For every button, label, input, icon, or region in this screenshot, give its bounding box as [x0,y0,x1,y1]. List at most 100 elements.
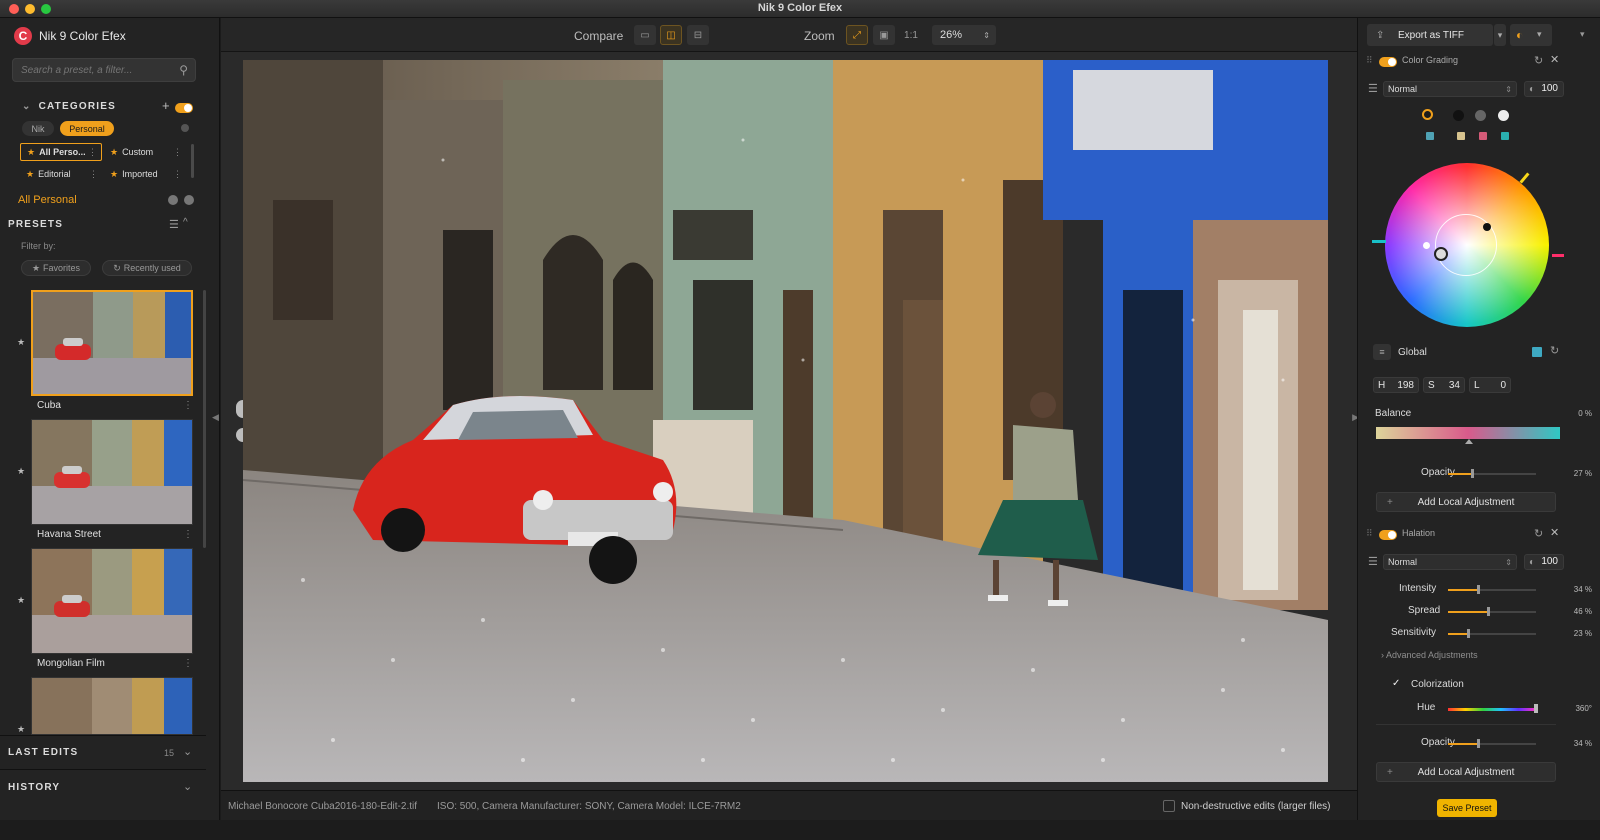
filter-opacity-input[interactable]: ◐ 100 [1524,81,1564,97]
tab-nik[interactable]: Nik [22,121,54,136]
preset-label-mongolian-film[interactable]: Mongolian Film [37,658,105,669]
search-icon[interactable]: ⚲ [179,63,188,77]
category-imported[interactable]: ★ Imported ⋮ [104,165,186,183]
nondestructive-checkbox[interactable] [1163,800,1175,812]
blend-mode-select[interactable]: Normal ⇕ [1383,81,1517,97]
zoom-select[interactable]: 26% ⇕ [932,25,996,45]
tone-shadows-button[interactable] [1453,110,1464,121]
blend-mode-select[interactable]: Normal ⇕ [1383,554,1517,570]
categories-toggle[interactable] [175,103,193,116]
panel-menu-icon[interactable]: ▾ [1580,29,1585,40]
preset-label-havana-street[interactable]: Havana Street [37,529,101,540]
global-color-swatch[interactable] [1532,347,1542,357]
drag-handle-icon[interactable]: ⠿ [1366,528,1373,539]
more-icon[interactable]: ⋮ [183,658,193,669]
hue-handle-icon[interactable] [1534,704,1538,713]
advanced-adjustments-toggle[interactable]: › Advanced Adjustments [1381,650,1478,660]
remove-icon[interactable] [168,195,178,205]
more-icon[interactable]: ⋮ [88,147,97,158]
cg-opacity-slider[interactable] [1448,469,1536,478]
add-icon[interactable] [184,195,194,205]
hue-input[interactable]: H 198 [1373,377,1419,393]
chevron-down-icon[interactable]: ⌄ [183,780,192,793]
sync-button[interactable]: ◐ ▾ [1510,24,1552,46]
sensitivity-slider[interactable] [1448,629,1536,638]
zoom-fit-button[interactable]: ⤢ [846,25,868,45]
close-icon[interactable]: ✕ [1550,526,1559,539]
filter-header-halation[interactable]: ⠿ Halation ↻ ✕ [1358,523,1572,545]
wheel-point[interactable] [1423,242,1430,249]
spread-slider[interactable] [1448,607,1536,616]
wheel-point[interactable] [1483,223,1491,231]
history-section[interactable]: HISTORY ⌄ [0,769,206,803]
more-icon[interactable]: ⋮ [173,147,182,158]
saturation-input[interactable]: S 34 [1423,377,1465,393]
preset-thumbnail-mongolian-film[interactable] [31,548,193,654]
reset-icon[interactable]: ↻ [1534,527,1543,540]
compare-side-button[interactable]: ⊟ [687,25,709,45]
balance-slider[interactable] [1376,427,1560,439]
more-icon[interactable]: ⋮ [173,169,182,180]
save-preset-button[interactable]: Save Preset [1437,799,1497,817]
luminance-input[interactable]: L0 [1469,377,1511,393]
tone-midtones-button[interactable] [1475,110,1486,121]
category-editorial[interactable]: ★ Editorial ⋮ [20,165,102,183]
category-custom[interactable]: ★ Custom ⋮ [104,143,186,161]
favorite-star-icon[interactable]: ★ [17,337,25,348]
more-icon[interactable]: ⋮ [183,529,193,540]
categories-scrollbar[interactable] [191,144,194,178]
color-wheel[interactable] [1385,163,1549,327]
wheel-handle-icon[interactable] [1434,247,1448,261]
reset-icon[interactable]: ↻ [1550,344,1559,357]
categories-header[interactable]: ⌄ CATEGORIES [22,101,116,112]
tone-all-icon[interactable] [1422,109,1433,120]
add-local-adjustment-button[interactable]: + Add Local Adjustment [1376,762,1556,782]
settings-dot-icon[interactable] [181,124,189,132]
more-icon[interactable]: ⋮ [89,169,98,180]
more-icon[interactable]: ⋮ [183,400,193,411]
filter-recent-button[interactable]: ↻ Recently used [102,260,192,276]
preset-label-cuba[interactable]: Cuba [37,400,61,411]
preset-thumbnail-partial[interactable] [31,677,193,735]
filter-opacity-input[interactable]: ◐ 100 [1524,554,1564,570]
search-input[interactable] [21,64,171,76]
export-button[interactable]: ⇪ Export as TIFF [1367,24,1493,46]
preset-thumbnail-cuba[interactable] [31,290,193,396]
compare-off-button[interactable]: ▭ [634,25,656,45]
menu-icon[interactable]: ☰ [1368,82,1378,95]
add-category-icon[interactable]: + [162,98,170,113]
export-options-button[interactable]: ▾ [1494,24,1506,46]
chevron-down-icon[interactable]: ⌄ [22,101,32,112]
last-edits-section[interactable]: LAST EDITS 15 ⌄ [0,735,206,769]
color-grading-toggle[interactable] [1379,57,1397,70]
balance-handle-icon[interactable] [1465,439,1473,444]
presets-scrollbar[interactable] [203,290,206,548]
compare-split-button[interactable]: ◫ [660,25,682,45]
filter-favorites-button[interactable]: ★ Favorites [21,260,91,276]
tab-personal[interactable]: Personal [60,121,114,136]
colorization-checkbox[interactable]: ✓ [1392,678,1400,689]
hue-slider[interactable] [1448,708,1536,711]
tone-highlights-button[interactable] [1498,110,1509,121]
preset-thumbnail-havana-street[interactable] [31,419,193,525]
collapse-left-icon[interactable]: ◀ [212,412,219,423]
hal-opacity-slider[interactable] [1448,739,1536,748]
drag-handle-icon[interactable]: ⠿ [1366,55,1373,66]
chevron-up-icon[interactable]: ^ [183,217,188,228]
menu-icon[interactable]: ☰ [1368,555,1378,568]
filter-header-color-grading[interactable]: ⠿ Color Grading ↻ ✕ [1358,50,1572,72]
sliders-icon[interactable]: ≡ [1373,344,1391,360]
stepper-icon[interactable]: ⇕ [983,31,990,40]
search-box[interactable]: ⚲ [12,58,196,82]
zoom-one-to-one-button[interactable]: 1:1 [900,25,922,45]
intensity-slider[interactable] [1448,585,1536,594]
close-icon[interactable]: ✕ [1550,53,1559,66]
favorite-star-icon[interactable]: ★ [17,595,25,606]
add-local-adjustment-button[interactable]: + Add Local Adjustment [1376,492,1556,512]
favorite-star-icon[interactable]: ★ [17,466,25,477]
chevron-down-icon[interactable]: ⌄ [183,745,192,758]
reset-icon[interactable]: ↻ [1534,54,1543,67]
zoom-fill-button[interactable]: ▣ [873,25,895,45]
halation-toggle[interactable] [1379,530,1397,543]
list-view-icon[interactable]: ☰ [169,218,179,231]
